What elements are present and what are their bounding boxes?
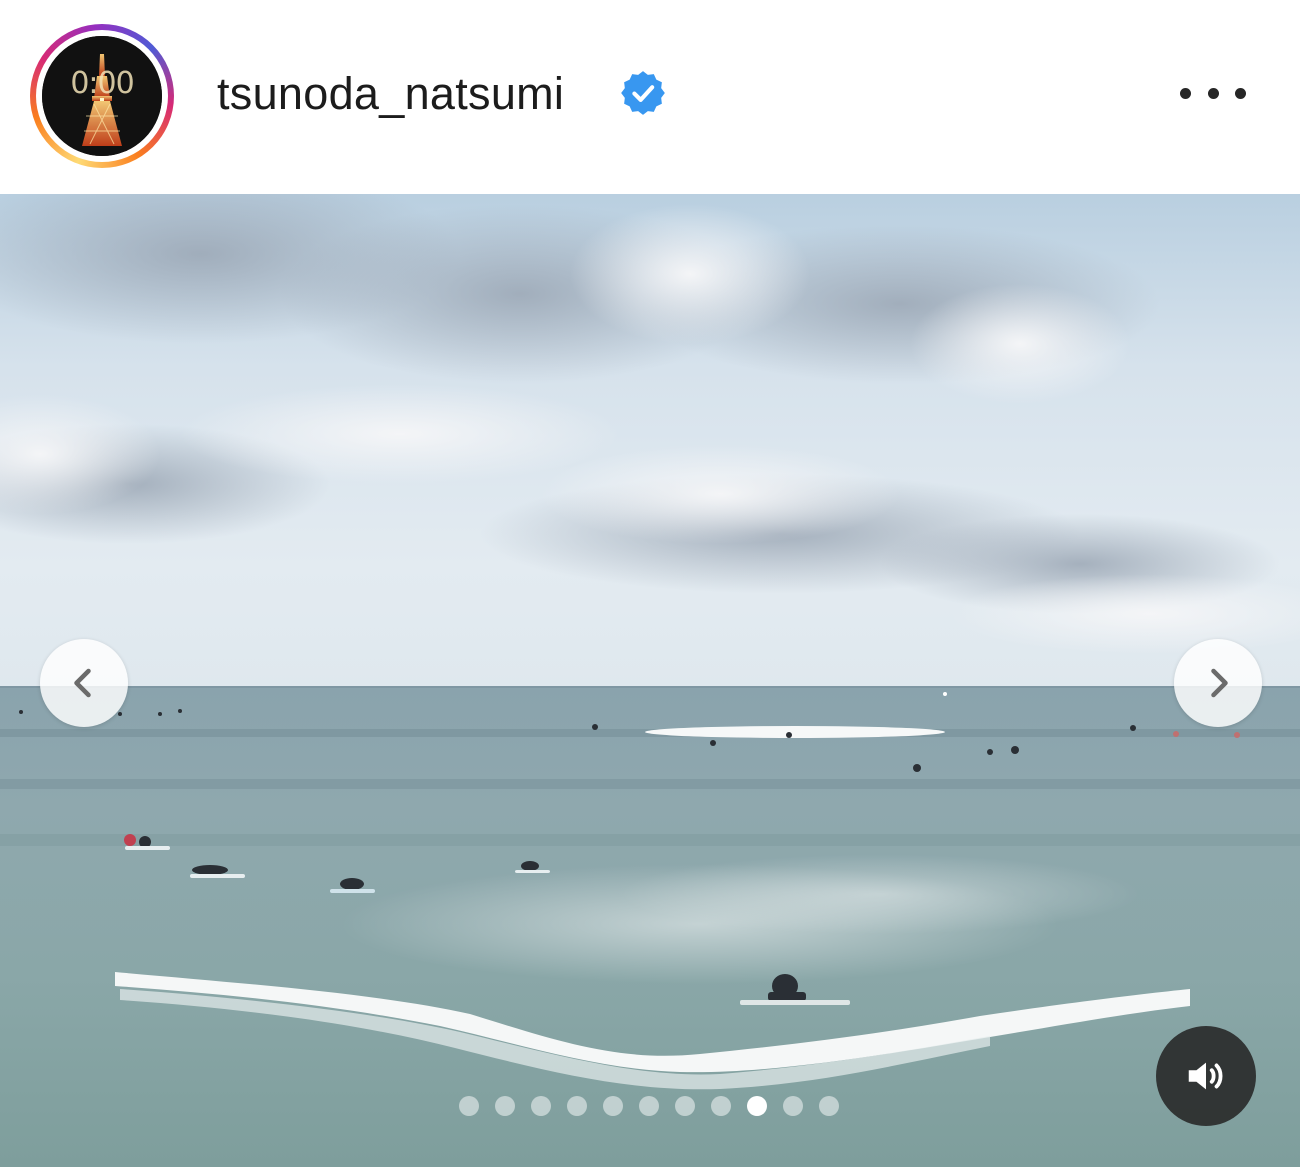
more-horizontal-icon-dot [1207,87,1219,99]
post-media-video[interactable] [0,194,1300,1167]
avatar-story-ring[interactable]: 0:00 [30,24,174,168]
carousel-dot[interactable] [711,1096,731,1116]
carousel-dots [0,1094,1300,1116]
sound-toggle-button[interactable] [1156,1026,1256,1126]
carousel-prev-button[interactable] [40,639,128,727]
verified-badge-icon [621,71,665,115]
speaker-on-icon [1188,1062,1223,1090]
carousel-dot[interactable] [819,1096,839,1116]
carousel-dot[interactable] [567,1096,587,1116]
more-horizontal-icon-dot [1235,87,1246,99]
carousel-dot[interactable] [459,1096,479,1116]
avatar-gap: 0:00 [36,30,168,162]
avatar-clock-text: 0:00 [70,66,134,101]
carousel-dot[interactable] [747,1096,767,1116]
chevron-right-icon [1211,668,1228,698]
surf-scene-image [0,194,1300,1167]
username[interactable]: tsunoda_natsumi [217,68,564,120]
carousel-dot[interactable] [783,1096,803,1116]
more-horizontal-icon-dot [1180,87,1191,99]
carousel-dot[interactable] [675,1096,695,1116]
post-header: 0:00 tsunoda_natsumi [0,0,1300,194]
carousel-dot[interactable] [531,1096,551,1116]
more-options-button[interactable] [1180,78,1246,108]
carousel-dot[interactable] [495,1096,515,1116]
chevron-left-icon [74,668,91,698]
instagram-post: 0:00 tsunoda_natsumi [0,0,1300,1167]
carousel-dot[interactable] [603,1096,623,1116]
avatar[interactable]: 0:00 [42,36,162,156]
carousel-dot[interactable] [639,1096,659,1116]
carousel-next-button[interactable] [1174,639,1262,727]
